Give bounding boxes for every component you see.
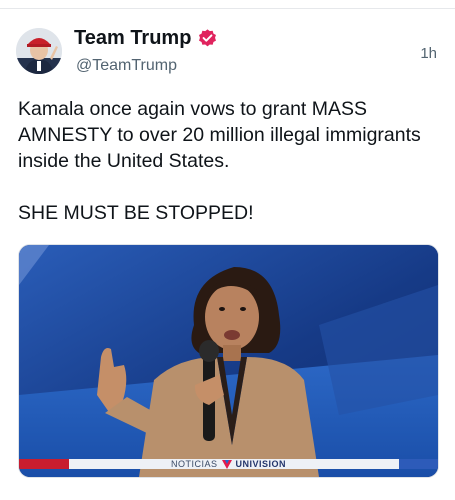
video-lower-third: NOTICIAS UNIVISION [19,457,438,471]
post-text: Kamala once again vows to grant MASS AMN… [18,96,443,226]
lower-third-brand: UNIVISION [235,459,287,469]
univision-logo-icon [221,459,232,469]
post-text-paragraph-1: Kamala once again vows to grant MASS AMN… [18,98,421,172]
display-name-text: Team Trump [74,27,192,49]
verified-badge-icon [197,28,218,49]
post-timestamp[interactable]: 1h [420,45,437,62]
avatar[interactable] [16,28,62,74]
top-divider [0,8,455,9]
lower-third-label: NOTICIAS [170,459,218,469]
avatar-image [16,28,62,74]
user-handle[interactable]: @TeamTrump [76,57,177,75]
media-video-frame [19,245,438,477]
post-media-image[interactable]: NOTICIAS UNIVISION [18,244,439,478]
display-name[interactable]: Team Trump [74,27,218,50]
post-text-paragraph-2: SHE MUST BE STOPPED! [18,202,254,224]
